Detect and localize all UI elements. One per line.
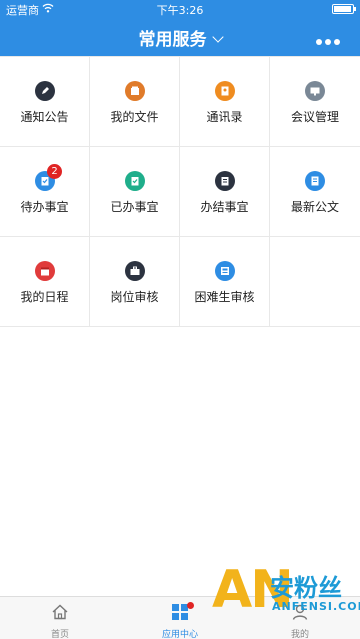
more-dot-icon [325, 39, 331, 45]
grid-row: 我的日程 岗位审核 困难生审核 [0, 237, 360, 327]
service-my-files[interactable]: 我的文件 [90, 57, 180, 146]
grid-row: 2 待办事宜 已办事宜 办结事宜 最新公文 [0, 147, 360, 237]
service-job-review[interactable]: 岗位审核 [90, 237, 180, 326]
site-watermark-logo: AN 安粉丝 ANFENSI.COM [210, 560, 360, 639]
more-menu-button[interactable] [316, 30, 346, 45]
service-label: 待办事宜 [20, 200, 69, 214]
finished-icon [215, 171, 235, 191]
briefcase-icon [125, 261, 145, 281]
more-dot-icon [316, 39, 322, 45]
service-label: 岗位审核 [110, 290, 159, 304]
status-bar: 运营商 下午3:26 [0, 0, 360, 18]
watermark-cn: 安粉丝 [270, 574, 342, 602]
more-dot-icon [334, 39, 340, 45]
service-meeting[interactable]: 会议管理 [270, 57, 360, 146]
service-finished[interactable]: 办结事宜 [180, 147, 270, 236]
service-grid: 通知公告 我的文件 通讯录 会议管理 2 待办事宜 已办事宜 办结事宜 最新公文… [0, 56, 360, 327]
service-label: 最新公文 [290, 200, 339, 214]
contacts-icon [215, 81, 235, 101]
service-contacts[interactable]: 通讯录 [180, 57, 270, 146]
watermark-en: ANFENSI.COM [272, 600, 360, 613]
file-icon [125, 81, 145, 101]
service-done[interactable]: 已办事宜 [90, 147, 180, 236]
page-title: 常用服务 [138, 30, 207, 50]
service-label: 我的日程 [20, 290, 69, 304]
notification-dot [187, 602, 194, 609]
service-label: 办结事宜 [200, 200, 249, 214]
grid-row: 通知公告 我的文件 通讯录 会议管理 [0, 57, 360, 147]
document-icon [305, 171, 325, 191]
app-screen: 运营商 下午3:26 常用服务 通知公告 我的文件 通讯录 会议管理 2 待办事… [0, 0, 360, 639]
empty-cell [270, 237, 360, 326]
clock: 下午3:26 [156, 4, 204, 17]
chevron-down-icon [211, 31, 224, 43]
service-schedule[interactable]: 我的日程 [0, 237, 90, 326]
service-needy-review[interactable]: 困难生审核 [180, 237, 270, 326]
service-label: 已办事宜 [110, 200, 159, 214]
service-latest-docs[interactable]: 最新公文 [270, 147, 360, 236]
battery-icon [332, 4, 356, 14]
nav-bar: 常用服务 [0, 18, 360, 56]
service-label: 会议管理 [290, 110, 339, 124]
pen-icon [35, 81, 55, 101]
todo-count-badge: 2 [47, 164, 62, 179]
service-notice[interactable]: 通知公告 [0, 57, 90, 146]
service-label: 困难生审核 [194, 290, 255, 304]
service-todo[interactable]: 2 待办事宜 [0, 147, 90, 236]
tab-label: 首页 [50, 630, 69, 639]
tab-home[interactable]: 首页 [0, 597, 120, 639]
service-label: 通讯录 [206, 110, 243, 124]
service-label: 通知公告 [20, 110, 69, 124]
page-title-dropdown[interactable]: 常用服务 [0, 25, 360, 50]
done-icon [125, 171, 145, 191]
meeting-icon [305, 81, 325, 101]
review-icon [215, 261, 235, 281]
service-label: 我的文件 [110, 110, 159, 124]
calendar-icon [35, 261, 55, 281]
home-icon [52, 604, 68, 620]
